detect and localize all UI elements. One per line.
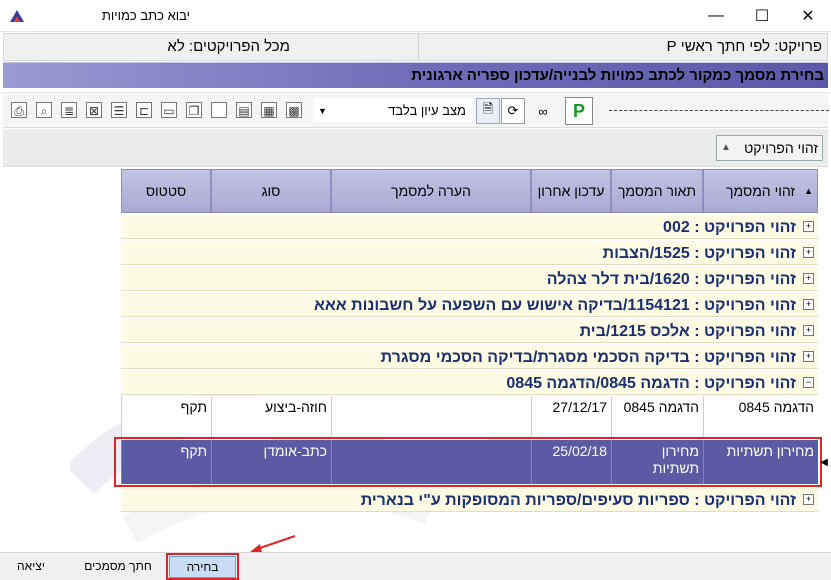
cell-desc: מחירון תשתיות — [611, 440, 703, 484]
report-icon[interactable]: ▤ — [236, 102, 252, 118]
group-row-label: זהוי הפרויקט : 002 — [663, 219, 796, 236]
column-header-note[interactable]: הערה למסמך — [331, 169, 531, 213]
app-icon — [10, 10, 24, 22]
printer-icon[interactable]: ⎙ — [11, 102, 27, 118]
expand-icon[interactable]: + — [803, 247, 814, 258]
maximize-button[interactable]: ☐ — [739, 0, 785, 32]
cell-updated: 27/12/17 — [531, 396, 611, 438]
document-filter-button[interactable]: חתך מסמכים — [78, 556, 158, 578]
page-icon[interactable]: 🗎 — [476, 98, 500, 124]
cell-note — [331, 396, 531, 438]
column-header-status[interactable]: סטטוס — [121, 169, 211, 213]
folder-icon[interactable]: ▭ — [161, 102, 177, 118]
exit-button[interactable]: יציאה — [2, 556, 60, 578]
group-row[interactable]: + זהוי הפרויקט : 1620/בית דלר צהלה — [121, 266, 818, 291]
group-by-bar: זהוי הפרויקט ▲ — [3, 129, 828, 167]
expand-icon[interactable]: + — [803, 351, 814, 362]
cell-type: כתב-אומדן — [211, 440, 331, 484]
excel-icon[interactable]: ⊠ — [86, 102, 102, 118]
page-banner: בחירת מסמך כמקור לכתב כמויות לבנייה/עדכו… — [3, 62, 828, 88]
minimize-button[interactable]: — — [693, 0, 739, 32]
table-row-selected[interactable]: מחירון תשתיות מחירון תשתיות 25/02/18 כתב… — [121, 440, 818, 484]
view-mode-value: מצב עיון בלבד — [388, 103, 466, 118]
column-header-type[interactable]: סוג — [211, 169, 331, 213]
group-row[interactable]: + זהוי הפרויקט : אלכס 1215/בית — [121, 318, 818, 343]
group-chip-project[interactable]: זהוי הפרויקט ▲ — [716, 135, 823, 161]
refresh-icon[interactable]: ⟳ — [501, 98, 525, 124]
title-bar: יבוא כתב כמויות — ☐ ✕ — [0, 0, 831, 32]
all-projects-label: מכל הפרויקטים: לא — [167, 38, 290, 55]
column-header-doc-id[interactable]: זהוי המסמך ▲ — [703, 169, 818, 213]
sort-asc-icon: ▲ — [804, 186, 813, 196]
chevron-down-icon: ▼ — [318, 106, 327, 116]
cell-desc: הדגמה 0845 — [611, 396, 703, 438]
group-row-expanded[interactable]: − זהוי הפרויקט : הדגמה 0845/הדגמה 0845 — [121, 370, 818, 395]
group-row[interactable]: + זהוי הפרויקט : 002 — [121, 214, 818, 239]
group-row[interactable]: + זהוי הפרויקט : בדיקה הסכמי מסגרת/בדיקה… — [121, 344, 818, 369]
print-preview-icon[interactable]: ⌕ — [36, 102, 52, 118]
expand-icon[interactable]: + — [803, 273, 814, 284]
group-row[interactable]: + זהוי הפרויקט : ספריות סעיפים/ספריות המ… — [121, 487, 818, 512]
select-button[interactable]: בחירה — [169, 556, 236, 578]
group-row[interactable]: + זהוי הפרויקט : 1525/הצבות — [121, 240, 818, 265]
group-row-label: זהוי הפרויקט : 1620/בית דלר צהלה — [546, 271, 796, 288]
info-bar: פרויקט: לפי חתך ראשי P מכל הפרויקטים: לא — [3, 33, 828, 61]
cell-note — [331, 440, 531, 484]
cell-doc-id: מחירון תשתיות — [703, 440, 818, 484]
expand-icon[interactable]: + — [803, 221, 814, 232]
column-header-updated[interactable]: עדכון אחרון — [531, 169, 611, 213]
binoculars-icon[interactable]: ∞ — [531, 98, 555, 124]
copy-icon[interactable]: ❐ — [186, 102, 202, 118]
table-row[interactable]: הדגמה 0845 הדגמה 0845 27/12/17 חוזה-ביצו… — [121, 396, 818, 438]
collapse-icon[interactable]: − — [803, 377, 814, 388]
expand-icon[interactable]: + — [803, 494, 814, 505]
group-row-label: זהוי הפרויקט : הדגמה 0845/הדגמה 0845 — [506, 375, 796, 392]
expand-icon[interactable]: + — [803, 325, 814, 336]
window-title: יבוא כתב כמויות — [101, 8, 190, 23]
group-row-label: זהוי הפרויקט : 1154121/בדיקה אישוש עם הש… — [313, 297, 796, 314]
tree-icon[interactable]: ⊏ — [136, 102, 152, 118]
document-icon[interactable]: ≣ — [61, 102, 77, 118]
group-row-label: זהוי הפרויקט : ספריות סעיפים/ספריות המסו… — [360, 492, 796, 509]
grid-header: זהוי המסמך ▲ תאור המסמך עדכון אחרון הערה… — [121, 169, 818, 213]
cell-doc-id: הדגמה 0845 — [703, 396, 818, 438]
column-header-label: זהוי המסמך — [726, 183, 795, 199]
cell-updated: 25/02/18 — [531, 440, 611, 484]
cell-type: חוזה-ביצוע — [211, 396, 331, 438]
project-filter-label: פרויקט: לפי חתך ראשי P — [418, 34, 828, 60]
cell-status: תקף — [121, 396, 211, 438]
column-header-desc[interactable]: תאור המסמך — [611, 169, 703, 213]
columns-icon[interactable]: ☰ — [111, 102, 127, 118]
current-row-indicator-icon: ◀ — [820, 457, 828, 468]
sort-asc-icon: ▲ — [721, 142, 731, 153]
bottom-action-bar: יציאה חתך מסמכים בחירה — [0, 552, 831, 580]
view-mode-select[interactable]: ▼ מצב עיון בלבד — [313, 98, 473, 122]
toolbar-divider — [609, 110, 829, 112]
group-row-label: זהוי הפרויקט : 1525/הצבות — [602, 245, 796, 262]
blank-page-icon[interactable] — [211, 102, 227, 118]
expand-icon[interactable]: + — [803, 299, 814, 310]
group-row-label: זהוי הפרויקט : בדיקה הסכמי מסגרת/בדיקה ה… — [380, 349, 796, 366]
close-button[interactable]: ✕ — [785, 0, 831, 32]
group-chip-label: זהוי הפרויקט — [744, 140, 818, 156]
group-row-label: זהוי הפרויקט : אלכס 1215/בית — [579, 323, 796, 340]
grid-icon[interactable]: ▩ — [286, 102, 302, 118]
filter-icon[interactable]: ▦ — [261, 102, 277, 118]
p-button[interactable]: P — [565, 97, 593, 125]
cell-status: תקף — [121, 440, 211, 484]
group-row[interactable]: + זהוי הפרויקט : 1154121/בדיקה אישוש עם … — [121, 292, 818, 317]
toolbar: ⎙ ⌕ ≣ ⊠ ☰ ⊏ ▭ ❐ ▤ ▦ ▩ ▼ מצב עיון בלבד 🗎 … — [3, 92, 829, 128]
